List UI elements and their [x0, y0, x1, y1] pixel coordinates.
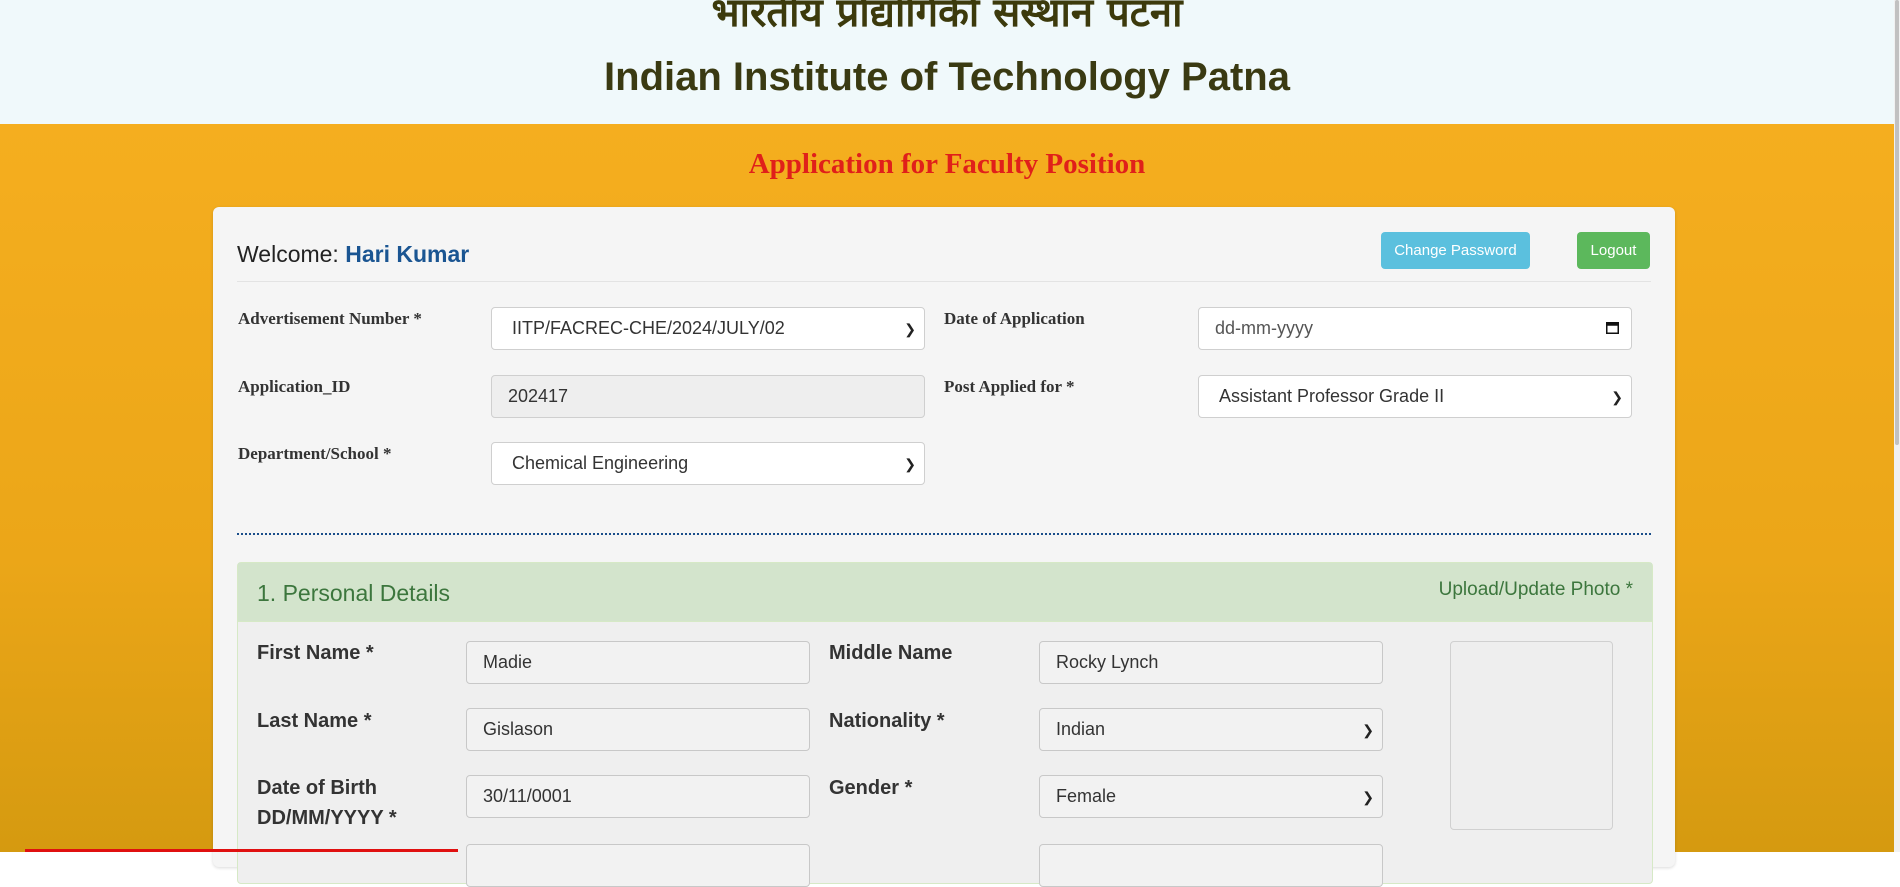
change-password-button[interactable]: Change Password: [1381, 232, 1530, 269]
dob-label-line1: Date of Birth: [257, 777, 377, 799]
middle-name-value: Rocky Lynch: [1056, 652, 1159, 672]
department-value: Chemical Engineering: [512, 453, 689, 473]
chevron-down-icon: ❯: [1611, 389, 1623, 405]
nationality-select[interactable]: Indian ❯: [1039, 708, 1383, 751]
last-name-input[interactable]: Gislason: [466, 708, 810, 751]
gender-select[interactable]: Female ❯: [1039, 775, 1383, 818]
next-row-input[interactable]: [466, 844, 810, 887]
nationality-value: Indian: [1056, 719, 1106, 739]
photo-preview: [1450, 641, 1613, 830]
application-id-value: 202417: [508, 386, 569, 406]
hindi-institute-title: भारतीय प्रौद्योगिकी संस्थान पटना: [711, 0, 1183, 36]
gender-label: Gender *: [829, 777, 913, 799]
date-of-application-input[interactable]: dd-mm-yyyy: [1198, 307, 1632, 350]
personal-details-panel: 1. Personal Details Upload/Update Photo …: [237, 562, 1653, 887]
page-title: Application for Faculty Position: [748, 148, 1146, 180]
date-of-application-label: Date of Application: [944, 309, 1085, 328]
application-card: Welcome: Hari Kumar Change Password Logo…: [213, 207, 1675, 887]
department-label: Department/School *: [238, 444, 392, 463]
date-placeholder: dd-mm-yyyy: [1215, 318, 1313, 338]
dob-label-line2: DD/MM/YYYY *: [257, 807, 397, 829]
divider: [237, 281, 1651, 282]
institute-title: Indian Institute of Technology Patna: [604, 55, 1290, 99]
chevron-down-icon: ❯: [1362, 789, 1374, 805]
user-name: Hari Kumar: [345, 241, 470, 267]
next-row-input-2[interactable]: [1039, 844, 1383, 887]
gender-value: Female: [1056, 786, 1117, 806]
application-id-field: 202417: [491, 375, 925, 418]
chevron-down-icon: ❯: [1362, 722, 1374, 738]
welcome-text: Welcome: Hari Kumar: [237, 241, 469, 268]
post-applied-value: Assistant Professor Grade II: [1219, 386, 1445, 406]
post-applied-select[interactable]: Assistant Professor Grade II ❯: [1198, 375, 1632, 418]
middle-name-label: Middle Name: [829, 642, 953, 664]
personal-details-title: 1. Personal Details: [257, 580, 451, 606]
chevron-down-icon: ❯: [904, 321, 916, 337]
middle-name-input[interactable]: Rocky Lynch: [1039, 641, 1383, 684]
chevron-down-icon: ❯: [904, 456, 916, 472]
advertisement-number-value: IITP/FACREC-CHE/2024/JULY/02: [512, 318, 785, 338]
upload-photo-link[interactable]: Upload/Update Photo *: [1439, 579, 1633, 601]
nationality-label: Nationality *: [829, 710, 945, 732]
logout-button[interactable]: Logout: [1577, 232, 1650, 269]
calendar-icon[interactable]: [1606, 321, 1619, 334]
application-id-label: Application_ID: [238, 377, 351, 396]
first-name-input[interactable]: Madie: [466, 641, 810, 684]
first-name-label: First Name *: [257, 642, 374, 664]
date-of-birth-value: 30/11/0001: [483, 786, 572, 806]
scrollbar-thumb[interactable]: [1895, 0, 1899, 445]
date-of-birth-label: Date of Birth DD/MM/YYYY *: [257, 773, 397, 833]
date-of-birth-input[interactable]: 30/11/0001: [466, 775, 810, 818]
welcome-prefix: Welcome:: [237, 241, 346, 267]
last-name-value: Gislason: [483, 719, 554, 739]
first-name-value: Madie: [483, 652, 533, 672]
last-name-label: Last Name *: [257, 710, 372, 732]
department-select[interactable]: Chemical Engineering ❯: [491, 442, 925, 485]
post-applied-label: Post Applied for *: [944, 377, 1075, 396]
site-header: भारतीय प्रौद्योगिकी संस्थान पटना Indian …: [0, 0, 1894, 124]
advertisement-number-select[interactable]: IITP/FACREC-CHE/2024/JULY/02 ❯: [491, 307, 925, 350]
section-divider: [237, 533, 1651, 535]
advertisement-number-label: Advertisement Number *: [238, 309, 422, 328]
personal-details-header: 1. Personal Details Upload/Update Photo …: [238, 563, 1652, 622]
